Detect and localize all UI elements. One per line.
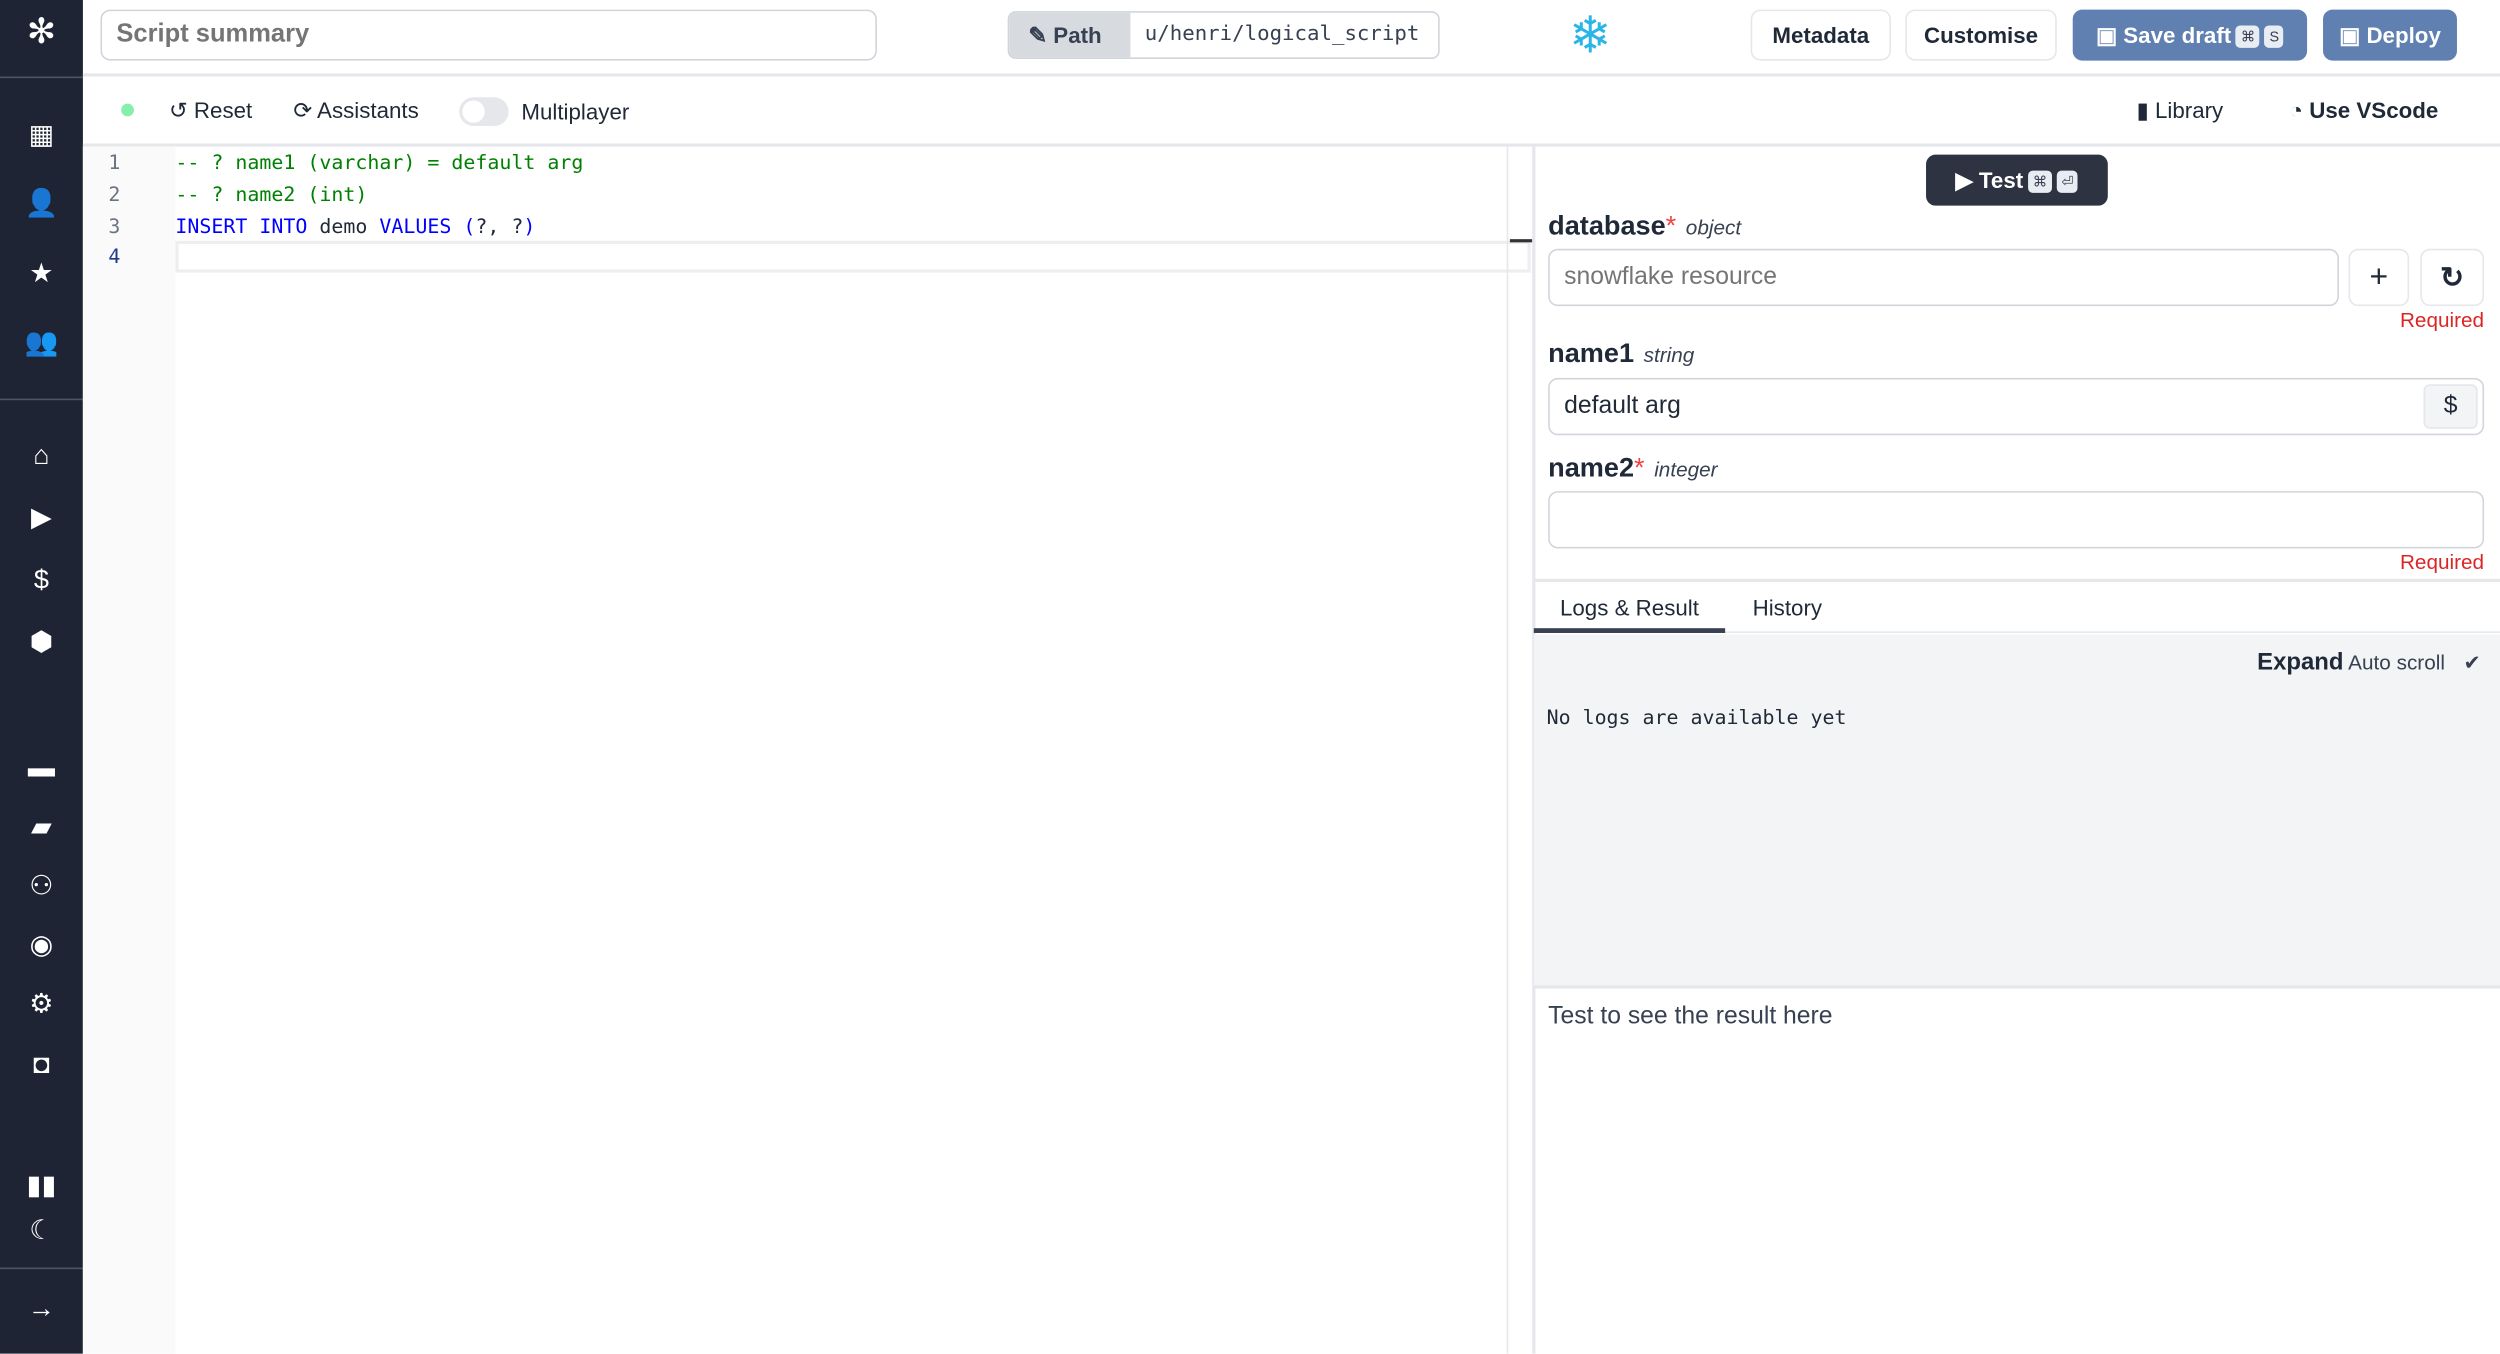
refresh-icon: ↻ (2440, 261, 2465, 294)
code-token: -- ? name1 (varchar) = default arg (175, 149, 584, 174)
assistants-button[interactable]: ⟳ Assistants (293, 96, 418, 125)
save-draft-button[interactable]: ▣ Save draft ⌘ S (2072, 9, 2308, 61)
settings-icon[interactable]: ⚙ (0, 989, 83, 1021)
book-open-icon[interactable]: ▮▮ (0, 1170, 83, 1202)
add-resource-button[interactable]: + (2348, 248, 2410, 307)
library-button[interactable]: ▮ Library (2136, 96, 2223, 125)
database-required-error: Required (2399, 307, 2485, 332)
sidebar: ✻ ▦ 👤 ★ 👥 ⌂ ▶ $ ⬢ ▬ ▰ ⚇ ◉ ⚙ ◘ ▮▮ ☾ → (0, 0, 83, 1354)
logs-empty-text: No logs are available yet (1546, 704, 1847, 729)
multiplayer-toggle[interactable] (459, 97, 509, 126)
vscode-button[interactable]: ◔ Use VScode (2290, 96, 2439, 125)
code-token: ) (523, 213, 536, 238)
logs-tabs: Logs & Result History (1533, 582, 2500, 633)
autoscroll-label: Auto scroll (2348, 650, 2445, 675)
refresh-icon: ⟳ (293, 97, 318, 123)
users-icon[interactable]: 👥 (0, 327, 83, 359)
code-line[interactable]: INSERT INTO demo VALUES (?, ?) (175, 214, 535, 238)
logs-area: Expand Auto scroll ✔ No logs are availab… (1533, 634, 2500, 986)
code-token: -- ? name2 (int) (175, 181, 368, 206)
status-dot (121, 103, 134, 117)
bot-icon[interactable]: ◘ (0, 1049, 83, 1081)
multiplayer-label: Multiplayer (521, 98, 630, 125)
users-cog-icon[interactable]: ⚇ (0, 871, 83, 903)
folder-open-icon[interactable]: ▰ (0, 812, 83, 844)
editor-scrollbar[interactable] (1506, 146, 1533, 1354)
current-line-highlight (175, 240, 1531, 273)
cubes-icon[interactable]: ⬢ (0, 627, 83, 659)
script-summary-input[interactable] (100, 9, 877, 61)
undo-icon: ↺ (169, 97, 194, 123)
customise-button[interactable]: Customise (1905, 9, 2057, 61)
refresh-resource-button[interactable]: ↻ (2420, 248, 2485, 307)
metadata-button[interactable]: Metadata (1750, 9, 1891, 61)
windmill-logo-icon[interactable]: ✻ (0, 14, 83, 49)
home-icon[interactable]: ⌂ (0, 440, 83, 472)
code-token: demo (307, 213, 380, 238)
deploy-button[interactable]: ▣ Deploy (2323, 9, 2457, 61)
name2-required-error: Required (2399, 550, 2485, 574)
play-icon[interactable]: ▶ (0, 502, 83, 534)
line-number: 4 (108, 243, 121, 268)
code-token: ?, ? (475, 213, 524, 238)
code-line[interactable]: -- ? name2 (int) (175, 182, 367, 206)
snowflake-logo-icon: ❄ (1568, 6, 1612, 64)
code-line[interactable]: -- ? name1 (varchar) = default arg (175, 150, 583, 174)
arrow-right-icon[interactable]: → (0, 1293, 83, 1325)
name1-input[interactable]: default arg $ (1548, 377, 2485, 436)
save-icon: ▣ (2339, 22, 2367, 48)
path-field[interactable]: ✎ Path u/henri/logical_script (1007, 11, 1440, 59)
path-label: ✎ Path (1009, 12, 1131, 58)
result-placeholder: Test to see the result here (1548, 1002, 1833, 1030)
save-icon: ▣ (2095, 22, 2124, 48)
building-icon[interactable]: ▦ (0, 120, 83, 152)
dollar-toggle-button[interactable]: $ (2423, 384, 2478, 429)
star-icon[interactable]: ★ (0, 258, 83, 290)
path-value[interactable]: u/henri/logical_script (1130, 13, 1420, 58)
database-resource-input[interactable] (1548, 248, 2339, 307)
database-label: database* object (1548, 210, 1742, 241)
line-number: 3 (108, 213, 121, 238)
autoscroll-checkbox[interactable]: ✔ (2463, 651, 2480, 675)
user-icon[interactable]: 👤 (0, 188, 83, 220)
code-token: INSERT INTO (175, 213, 308, 238)
code-token: ( (451, 213, 476, 238)
reset-button[interactable]: ↺ Reset (169, 96, 252, 125)
tab-logs-result[interactable]: Logs & Result (1533, 582, 1726, 633)
github-icon: ◔ (2289, 97, 2310, 123)
name1-label: name1 string (1548, 338, 1695, 369)
pencil-icon: ✎ (1028, 22, 1054, 48)
name2-label: name2* integer (1548, 452, 1718, 484)
play-icon: ▶ (1955, 167, 1979, 193)
line-number: 2 (108, 181, 121, 206)
book-icon: ▮ (2136, 97, 2155, 123)
code-token: VALUES (379, 213, 452, 238)
line-number: 1 (108, 149, 121, 174)
test-button[interactable]: ▶ Test ⌘ ⏎ (1926, 154, 2108, 206)
code-editor[interactable] (82, 146, 1507, 1354)
calendar-icon[interactable]: ▬ (0, 753, 83, 785)
dollar-icon[interactable]: $ (0, 564, 83, 596)
tab-history[interactable]: History (1741, 582, 1833, 633)
moon-icon[interactable]: ☾ (0, 1215, 83, 1247)
eye-icon[interactable]: ◉ (0, 930, 83, 962)
line-gutter (82, 146, 176, 1354)
name2-input[interactable] (1548, 491, 2485, 549)
plus-icon: + (2369, 259, 2389, 295)
expand-button[interactable]: Expand (2257, 649, 2343, 676)
